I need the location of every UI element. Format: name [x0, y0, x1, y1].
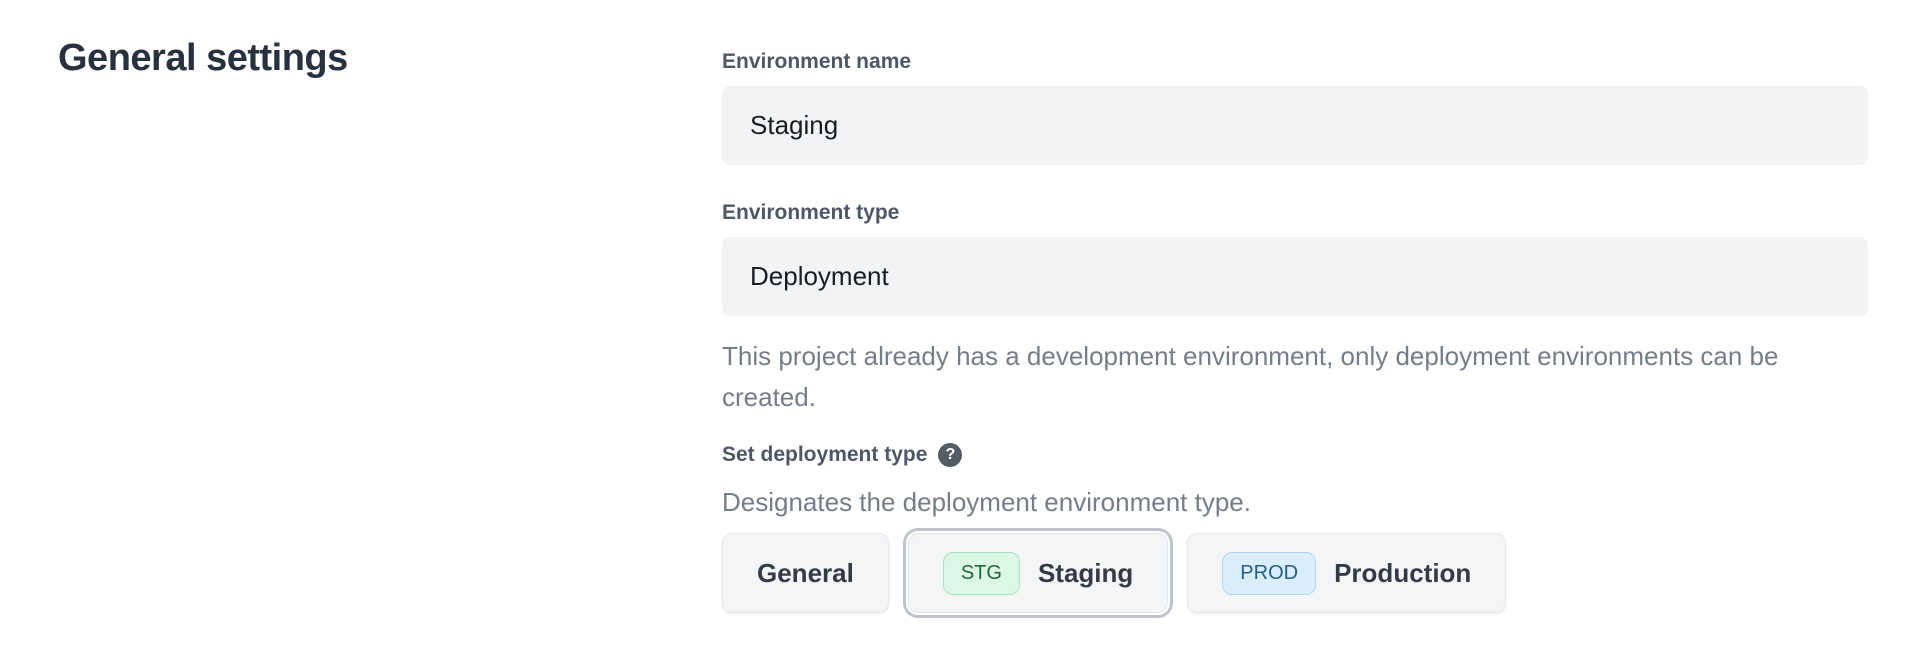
- staging-badge: STG: [943, 552, 1020, 595]
- deployment-type-options: General STG Staging PROD Production: [722, 533, 1868, 613]
- environment-name-label: Environment name: [722, 49, 1868, 75]
- settings-header-column: General settings: [0, 0, 722, 613]
- settings-form-column: Environment name Environment type This p…: [722, 0, 1868, 613]
- option-general-label: General: [757, 558, 854, 589]
- environment-name-field: Environment name: [722, 49, 1868, 165]
- question-mark-help-icon[interactable]: ?: [938, 443, 962, 467]
- environment-type-field: Environment type This project already ha…: [722, 200, 1868, 418]
- option-production-label: Production: [1334, 558, 1471, 589]
- deployment-type-option-production[interactable]: PROD Production: [1187, 533, 1506, 613]
- production-badge: PROD: [1222, 552, 1316, 595]
- environment-type-label: Environment type: [722, 200, 1868, 226]
- deployment-type-description: Designates the deployment environment ty…: [722, 486, 1868, 518]
- environment-name-input[interactable]: [722, 86, 1868, 165]
- page-title: General settings: [58, 36, 722, 82]
- deployment-type-label: Set deployment type: [722, 442, 927, 468]
- deployment-type-option-staging[interactable]: STG Staging: [908, 533, 1168, 613]
- settings-page: General settings Environment name Enviro…: [0, 0, 1916, 613]
- environment-type-help-text: This project already has a development e…: [722, 336, 1868, 418]
- environment-type-input[interactable]: [722, 237, 1868, 316]
- deployment-type-label-row: Set deployment type ?: [722, 440, 1868, 470]
- deployment-type-option-general[interactable]: General: [722, 533, 889, 613]
- option-staging-label: Staging: [1038, 558, 1133, 589]
